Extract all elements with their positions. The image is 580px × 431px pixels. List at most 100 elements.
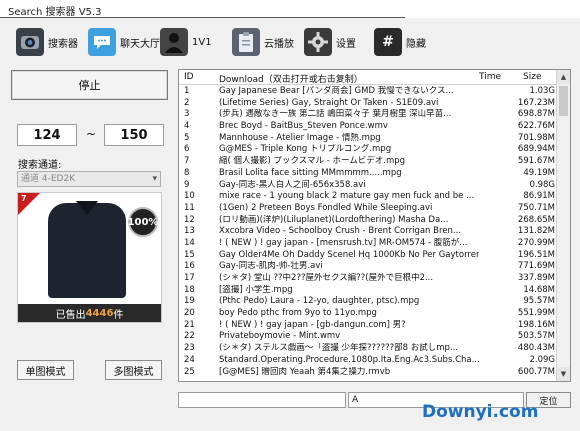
row-size: 198.16M xyxy=(517,319,555,330)
column-size[interactable]: Size xyxy=(523,72,541,82)
row-size: 95.57M xyxy=(523,296,555,307)
toolbar-cloud-play[interactable]: 云播放 xyxy=(232,26,294,58)
table-row[interactable]: 3 (步兵) 遇敵なき一族 第二話 嶋田菜々子 葉月樹里 深山早苗... 698.8… xyxy=(179,109,557,121)
download-list[interactable]: ID Download（双击打开或右击复制） Time Size 1 Gay Ja… xyxy=(178,69,571,382)
row-id: 17 xyxy=(184,273,195,283)
scroll-thumb[interactable] xyxy=(559,86,568,116)
row-filename: (Pthc Pedo) Laura - 12-yo, daughter, pts… xyxy=(219,296,420,307)
row-size: 701.98M xyxy=(517,132,555,143)
row-filename: [盗撮] 小学生.mpg xyxy=(219,284,293,295)
row-filename: Privateboymovie - Mint.wmv xyxy=(219,331,341,342)
toolbar-chat-hall[interactable]: 聊天大厅 xyxy=(88,26,160,58)
row-id: 22 xyxy=(184,331,195,342)
row-id: 10 xyxy=(184,191,195,202)
table-row[interactable]: 5 Mannhouse - Atelier Image - 情熱.mpg 701.9… xyxy=(179,133,557,145)
table-row[interactable]: 6 G@MES - Triple Kong トリプルコング.mpg 689.94M xyxy=(179,144,557,156)
column-time[interactable]: Time xyxy=(479,72,501,82)
row-id: 20 xyxy=(184,308,195,319)
table-row[interactable]: 19 (Pthc Pedo) Laura - 12-yo, daughter, p… xyxy=(179,296,557,308)
row-size: 196.51M xyxy=(517,249,555,260)
row-id: 9 xyxy=(184,179,190,190)
table-row[interactable]: 12 (ロリ動画)(洋炉)(Liluplanet)(Lordofthering) … xyxy=(179,215,557,227)
hash-icon: # xyxy=(374,28,402,56)
channel-label: 搜索通道: xyxy=(18,160,62,171)
table-row[interactable]: 1 Gay Japanese Bear [パンダ商会] GMD 我慢できないクス.… xyxy=(179,86,557,98)
range-from-input[interactable]: 124 xyxy=(17,124,77,146)
row-filename: (ロリ動画)(洋炉)(Liluplanet)(Lordofthering) Ma… xyxy=(219,214,449,225)
table-row[interactable]: 20 boy Pedo pthc from 9yo to 11yo.mpg 551.… xyxy=(179,308,557,320)
table-row[interactable]: 17 (シ＊タ) 堂山 ??中2??屋外セクス編??(屋外で巨根中2... 337.… xyxy=(179,273,557,285)
row-filename: Brec Boyd - BaitBus_Steven Ponce.wmv xyxy=(219,121,388,132)
row-size: 14.68M xyxy=(523,284,555,295)
table-row[interactable]: 8 Brasil Lolita face sitting MMmmmm.....m… xyxy=(179,168,557,180)
toolbar-search[interactable]: 搜索器 xyxy=(16,26,78,58)
column-id[interactable]: ID xyxy=(184,72,194,82)
scroll-down-icon[interactable]: ▼ xyxy=(557,367,570,381)
title-bar: Search 搜索器 V5.3 xyxy=(0,0,580,18)
row-filename: ! ( NEW ) ! gay japan - [mensrush.tv] MR… xyxy=(219,237,468,248)
row-id: 15 xyxy=(184,249,195,260)
multi-image-mode-button[interactable]: 多图模式 xyxy=(105,360,162,380)
row-filename: [G@MES] 贈回肉 Yeaah 第4集之操力.rmvb xyxy=(219,366,391,377)
webcam-icon xyxy=(16,28,44,56)
stop-button[interactable]: 停止 xyxy=(11,70,168,100)
row-id: 24 xyxy=(184,354,195,365)
table-row[interactable]: 14 ! ( NEW ) ! gay japan - [mensrush.tv] … xyxy=(179,238,557,250)
table-row[interactable]: 9 Gay-同志-黑人白人之间-656x358.avi 0.98G xyxy=(179,180,557,192)
row-id: 8 xyxy=(184,167,190,178)
row-filename: Xxcobra Video - Schoolboy Crush - Brent … xyxy=(219,226,461,237)
chat-bubble-icon xyxy=(88,28,116,56)
table-row[interactable]: 11 (1Gen) 2 Preteen Boys Fondled While Sl… xyxy=(179,203,557,215)
row-id: 19 xyxy=(184,296,195,307)
scroll-up-icon[interactable]: ▲ xyxy=(557,70,570,84)
toolbar-settings[interactable]: 设置 xyxy=(304,26,356,58)
row-size: 698.87M xyxy=(517,109,555,120)
table-row[interactable]: 16 Gay-同志-肌肉-帅-壮男.avi 771.69M xyxy=(179,261,557,273)
table-row[interactable]: 7 縮( 個人撮影) プックスマル - ホームビデオ.mpg 591.67M xyxy=(179,156,557,168)
row-id: 11 xyxy=(184,202,195,213)
row-size: 771.69M xyxy=(517,261,555,272)
table-row[interactable]: 2 (Lifetime Series) Gay, Straight Or Take… xyxy=(179,98,557,110)
table-row[interactable]: 23 (シ＊タ) ステルス戯画～「盗撮 少年探??????部8 お試しmp... 4… xyxy=(179,343,557,355)
toolbar-1v1[interactable]: 1V1 xyxy=(160,26,212,58)
column-download[interactable]: Download（双击打开或右击复制） xyxy=(219,72,363,85)
channel-select[interactable]: 通道 4-ED2K ▾ xyxy=(17,171,161,187)
table-row[interactable]: 25 [G@MES] 贈回肉 Yeaah 第4集之操力.rmvb 600.77M xyxy=(179,367,557,379)
ad-banner[interactable]: 7 100% 已售出 4446 件 xyxy=(17,192,162,323)
row-id: 18 xyxy=(184,284,195,295)
table-row[interactable]: 24 Standard.Operating.Procedure.1080p.Ita… xyxy=(179,355,557,367)
table-row[interactable]: 22 Privateboymovie - Mint.wmv 503.57M xyxy=(179,331,557,343)
vertical-scrollbar[interactable]: ▲ ▼ xyxy=(556,70,570,381)
list-rows: 1 Gay Japanese Bear [パンダ商会] GMD 我慢できないクス.… xyxy=(179,86,557,378)
single-image-mode-button[interactable]: 单图模式 xyxy=(17,360,74,380)
table-row[interactable]: 13 Xxcobra Video - Schoolboy Crush - Bren… xyxy=(179,226,557,238)
row-id: 25 xyxy=(184,366,195,377)
table-row[interactable]: 4 Brec Boyd - BaitBus_Steven Ponce.wmv 622… xyxy=(179,121,557,133)
row-filename: (Lifetime Series) Gay, Straight Or Taken… xyxy=(219,97,439,108)
window-title: Search 搜索器 V5.3 xyxy=(8,7,102,18)
quality-badge: 100% xyxy=(128,207,158,237)
row-size: 0.98G xyxy=(529,179,555,190)
table-row[interactable]: 18 [盗撮] 小学生.mpg 14.68M xyxy=(179,285,557,297)
row-size: 591.67M xyxy=(517,156,555,167)
row-filename: mixe race - 1 young black 2 mature gay m… xyxy=(219,191,475,202)
gear-icon xyxy=(304,28,332,56)
range-to-input[interactable]: 150 xyxy=(104,124,164,146)
row-size: 86.91M xyxy=(523,191,555,202)
channel-value: 通道 4-ED2K xyxy=(21,174,76,184)
table-row[interactable]: 15 Gay Older4Me Oh Daddy Scenel Hq 1000Kb… xyxy=(179,250,557,262)
row-filename: Brasil Lolita face sitting MMmmmm.....mp… xyxy=(219,167,402,178)
row-filename: Gay Older4Me Oh Daddy Scenel Hq 1000Kb N… xyxy=(219,249,479,260)
row-size: 2.09G xyxy=(529,354,555,365)
row-size: 1.03G xyxy=(529,86,555,96)
row-size: 622.76M xyxy=(517,121,555,132)
table-row[interactable]: 10 mixe race - 1 young black 2 mature gay… xyxy=(179,191,557,203)
table-row[interactable]: 21 ! ( NEW ) ! gay japan - [gb-dangun.com… xyxy=(179,320,557,332)
row-filename: 縮( 個人撮影) プックスマル - ホームビデオ.mpg xyxy=(219,156,406,167)
row-filename: (シ＊タ) 堂山 ??中2??屋外セクス編??(屋外で巨根中2... xyxy=(219,273,434,283)
sold-count-bar: 已售出 4446 件 xyxy=(18,304,161,322)
clipboard-icon xyxy=(232,28,260,56)
toolbar-hide[interactable]: # 隐藏 xyxy=(374,26,426,58)
status-field-left[interactable] xyxy=(178,392,346,408)
row-id: 16 xyxy=(184,261,195,272)
